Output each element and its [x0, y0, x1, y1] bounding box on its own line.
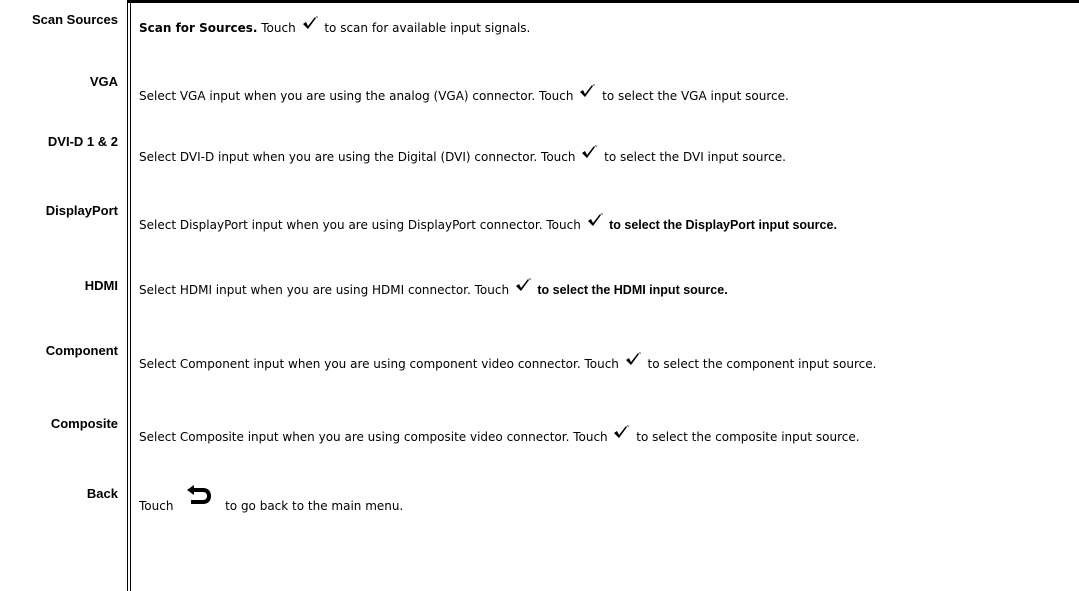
row-description: Select Composite input when you are usin…	[139, 425, 860, 445]
check-icon	[302, 16, 318, 29]
back-arrow-icon	[187, 485, 212, 504]
check-icon	[625, 352, 641, 365]
row-description: Select DVI-D input when you are using th…	[139, 145, 786, 165]
row-label: Component	[45, 343, 118, 358]
row-label: Back	[86, 486, 118, 501]
check-icon	[614, 425, 630, 438]
check-icon	[587, 213, 603, 226]
row-label: Composite	[50, 416, 118, 431]
row-lead: Scan for Sources.	[139, 21, 258, 35]
column-divider	[127, 0, 128, 591]
row-description: Select VGA input when you are using the …	[139, 84, 789, 104]
row-label: DisplayPort	[45, 203, 118, 218]
row-description: Touch to go back to the main menu.	[139, 485, 403, 514]
check-icon	[515, 278, 531, 291]
row-label: DVI-D 1 & 2	[47, 134, 118, 149]
row-description: Scan for Sources. Touch to scan for avai…	[139, 16, 530, 36]
top-rule	[127, 0, 1079, 3]
column-divider	[130, 0, 131, 591]
check-icon	[580, 84, 596, 97]
check-icon	[582, 145, 598, 158]
row-label: VGA	[89, 74, 118, 89]
row-label: Scan Sources	[32, 12, 118, 27]
row-label: HDMI	[84, 278, 118, 293]
row-description: Select Component input when you are usin…	[139, 352, 876, 372]
row-description: Select HDMI input when you are using HDM…	[139, 278, 728, 298]
row-description: Select DisplayPort input when you are us…	[139, 213, 837, 233]
